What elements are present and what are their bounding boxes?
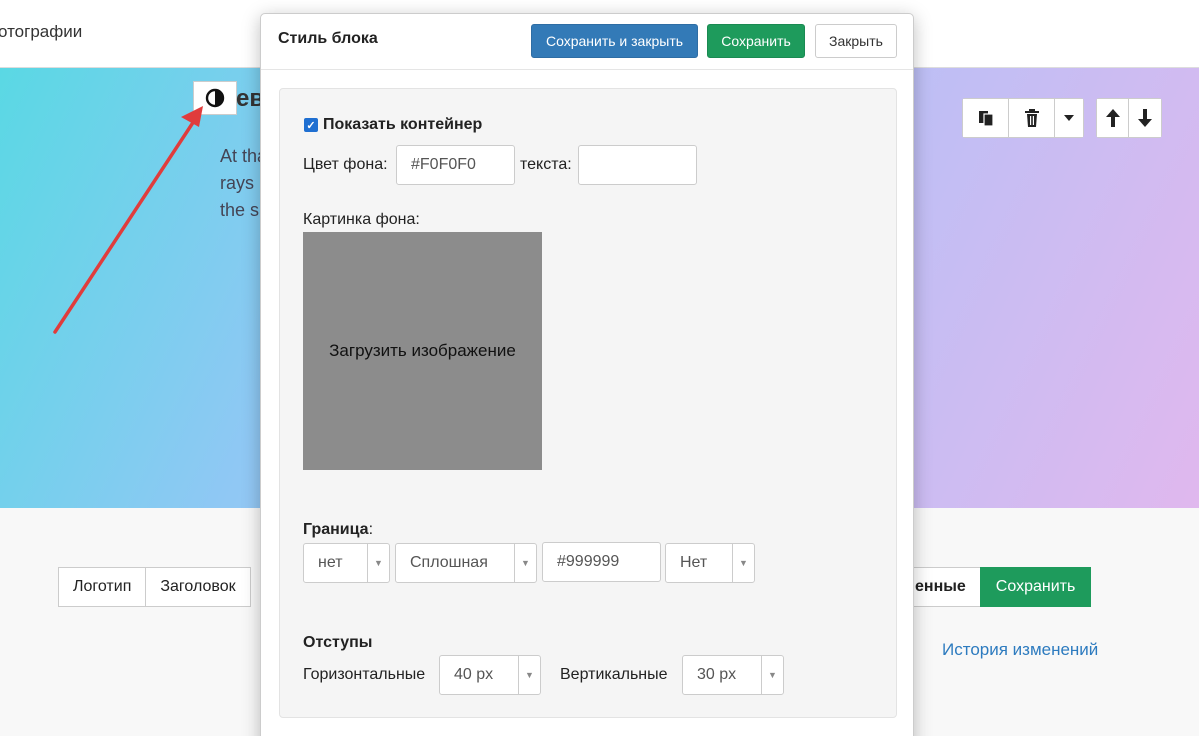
border-radius-select[interactable]: Нет ▼ [665, 543, 755, 583]
trash-icon [1024, 109, 1039, 127]
border-width-value: нет [318, 554, 343, 571]
close-button[interactable]: Закрыть [815, 24, 897, 58]
text-color-input[interactable] [578, 145, 697, 185]
border-heading: Граница: [303, 521, 373, 539]
border-radius-value: Нет [680, 554, 708, 571]
bottom-actions: енные Сохранить [900, 567, 1092, 607]
arrow-up-icon [1105, 109, 1120, 127]
tab-heading[interactable]: Заголовок [145, 567, 251, 607]
save-and-close-button[interactable]: Сохранить и закрыть [531, 24, 698, 58]
move-tools-group [1096, 98, 1162, 138]
save-button[interactable]: Сохранить [707, 24, 805, 58]
border-color-input[interactable]: #999999 [542, 542, 661, 582]
move-down-button[interactable] [1129, 99, 1161, 137]
contrast-icon [205, 88, 225, 108]
bg-color-label: Цвет фона: [303, 156, 388, 173]
horizontal-padding-select[interactable]: 40 px ▼ [439, 655, 541, 695]
bg-image-label: Картинка фона: [303, 211, 420, 228]
padding-heading: Отступы [303, 634, 373, 651]
caret-down-icon [1064, 115, 1074, 121]
style-settings-panel: ✓ Показать контейнер Цвет фона: #F0F0F0 … [279, 88, 897, 718]
move-up-button[interactable] [1097, 99, 1129, 137]
horizontal-padding-value: 40 px [454, 666, 494, 683]
caret-down-icon: ▼ [514, 544, 536, 582]
caret-down-icon: ▼ [761, 656, 783, 694]
border-width-select[interactable]: нет ▼ [303, 543, 390, 583]
caret-down-icon: ▼ [518, 656, 540, 694]
dialog-header: Стиль блока Сохранить и закрыть Сохранит… [261, 14, 913, 70]
show-container-checkbox[interactable]: ✓ [304, 118, 318, 132]
horizontal-padding-label: Горизонтальные [303, 666, 426, 683]
dialog-title: Стиль блока [278, 30, 378, 47]
block-menu-dropdown[interactable] [1055, 99, 1083, 137]
contrast-toggle-button[interactable] [193, 81, 237, 115]
text-color-label: текста: [520, 156, 572, 173]
border-style-value: Сплошная [410, 554, 488, 571]
border-style-select[interactable]: Сплошная ▼ [395, 543, 537, 583]
copy-icon [978, 111, 994, 127]
block-tools-group [962, 98, 1084, 138]
copy-block-button[interactable] [963, 99, 1009, 137]
delete-block-button[interactable] [1009, 99, 1055, 137]
caret-down-icon: ▼ [732, 544, 754, 582]
arrow-down-icon [1138, 109, 1152, 127]
border-colon: : [368, 521, 374, 538]
vertical-padding-label: Вертикальные [560, 666, 668, 683]
checkmark-icon: ✓ [306, 119, 316, 132]
border-label: Граница [303, 521, 369, 538]
upload-image-button[interactable]: Загрузить изображение [303, 232, 542, 470]
element-tabs: Логотип Заголовок [58, 567, 251, 607]
breadcrumb[interactable]: отографии [0, 22, 82, 42]
page-save-button[interactable]: Сохранить [979, 567, 1092, 607]
block-style-dialog: Стиль блока Сохранить и закрыть Сохранит… [260, 13, 914, 736]
show-container-label: Показать контейнер [323, 116, 483, 133]
tab-logo[interactable]: Логотип [58, 567, 147, 607]
vertical-padding-value: 30 px [697, 666, 737, 683]
vertical-padding-select[interactable]: 30 px ▼ [682, 655, 784, 695]
history-link[interactable]: История изменений [942, 640, 1098, 660]
caret-down-icon: ▼ [367, 544, 389, 582]
bg-color-input[interactable]: #F0F0F0 [396, 145, 515, 185]
